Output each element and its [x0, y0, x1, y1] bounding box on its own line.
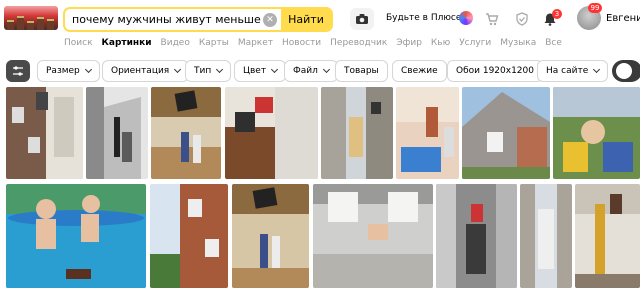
filter-goods[interactable]: Товары — [335, 60, 388, 82]
filter-fresh-label: Свежие — [401, 66, 438, 76]
notifications-badge: 3 — [552, 9, 562, 19]
shield-icon[interactable] — [515, 11, 529, 30]
service-efir[interactable]: Эфир — [396, 38, 422, 48]
filter-file[interactable]: Файл — [284, 60, 338, 82]
result-image[interactable] — [6, 87, 83, 179]
filter-color[interactable]: Цвет — [234, 60, 287, 82]
clear-icon[interactable]: ✕ — [263, 12, 277, 27]
result-image[interactable] — [462, 87, 550, 179]
filter-type-label: Тип — [194, 66, 212, 76]
service-search[interactable]: Поиск — [64, 38, 93, 48]
chevron-down-icon — [271, 65, 279, 74]
result-image[interactable] — [232, 184, 309, 288]
service-uslugi[interactable]: Услуги — [459, 38, 491, 48]
cart-icon[interactable] — [485, 11, 499, 30]
filter-type[interactable]: Тип — [185, 60, 232, 82]
filter-goods-label: Товары — [344, 66, 379, 76]
plus-icon[interactable] — [459, 11, 473, 25]
result-image[interactable] — [313, 184, 433, 288]
filter-wallpaper-label: Обои 1920x1200 — [456, 66, 534, 76]
header: ✕ Найти Будьте в Плюсе 3 99 Евгения — [0, 0, 640, 36]
result-image[interactable] — [150, 184, 228, 288]
yandex-logo[interactable] — [4, 6, 58, 30]
filter-file-label: Файл — [293, 66, 318, 76]
chevron-down-icon — [216, 65, 224, 74]
family-filter-toggle[interactable] — [612, 60, 640, 82]
result-image[interactable] — [6, 184, 146, 288]
chevron-down-icon — [593, 65, 601, 74]
search-button[interactable]: Найти — [281, 9, 331, 30]
services-nav: Поиск Картинки Видео Карты Маркет Новост… — [64, 38, 562, 48]
filter-site[interactable]: На сайте — [537, 60, 609, 82]
service-translate[interactable]: Переводчик — [330, 38, 387, 48]
chevron-down-icon — [84, 65, 92, 74]
service-all[interactable]: Все — [545, 38, 562, 48]
filter-orientation[interactable]: Ориентация — [102, 60, 190, 82]
filter-size-label: Размер — [46, 66, 80, 76]
result-image[interactable] — [553, 87, 640, 179]
result-image[interactable] — [225, 87, 318, 179]
filter-fresh[interactable]: Свежие — [392, 60, 447, 82]
avatar-badge: 99 — [588, 3, 602, 13]
service-maps[interactable]: Карты — [199, 38, 229, 48]
result-image[interactable] — [396, 87, 459, 179]
service-images[interactable]: Картинки — [102, 38, 152, 48]
chevron-down-icon — [322, 65, 330, 74]
service-news[interactable]: Новости — [282, 38, 321, 48]
filter-settings-button[interactable] — [6, 60, 30, 82]
filter-site-label: На сайте — [546, 66, 589, 76]
service-q[interactable]: Кью — [431, 38, 450, 48]
filter-orientation-label: Ориентация — [111, 66, 170, 76]
filter-size[interactable]: Размер — [37, 60, 100, 82]
filter-color-label: Цвет — [243, 66, 267, 76]
search-box: ✕ Найти — [63, 7, 333, 32]
user-name[interactable]: Евгения — [606, 13, 640, 24]
plus-link[interactable]: Будьте в Плюсе — [386, 13, 461, 23]
result-image[interactable] — [436, 184, 517, 288]
camera-icon[interactable] — [350, 8, 374, 30]
result-image[interactable] — [575, 184, 640, 288]
result-image[interactable] — [520, 184, 572, 288]
result-image[interactable] — [86, 87, 148, 179]
search-input[interactable] — [65, 9, 263, 30]
result-image[interactable] — [321, 87, 393, 179]
service-video[interactable]: Видео — [161, 38, 190, 48]
result-image[interactable] — [151, 87, 221, 179]
service-market[interactable]: Маркет — [238, 38, 273, 48]
filter-wallpaper[interactable]: Обои 1920x1200 — [447, 60, 543, 82]
service-music[interactable]: Музыка — [500, 38, 536, 48]
filters-bar: Размер Ориентация Тип Цвет Файл Товары С… — [6, 60, 640, 84]
sliders-icon — [13, 66, 23, 76]
chevron-down-icon — [174, 65, 182, 74]
